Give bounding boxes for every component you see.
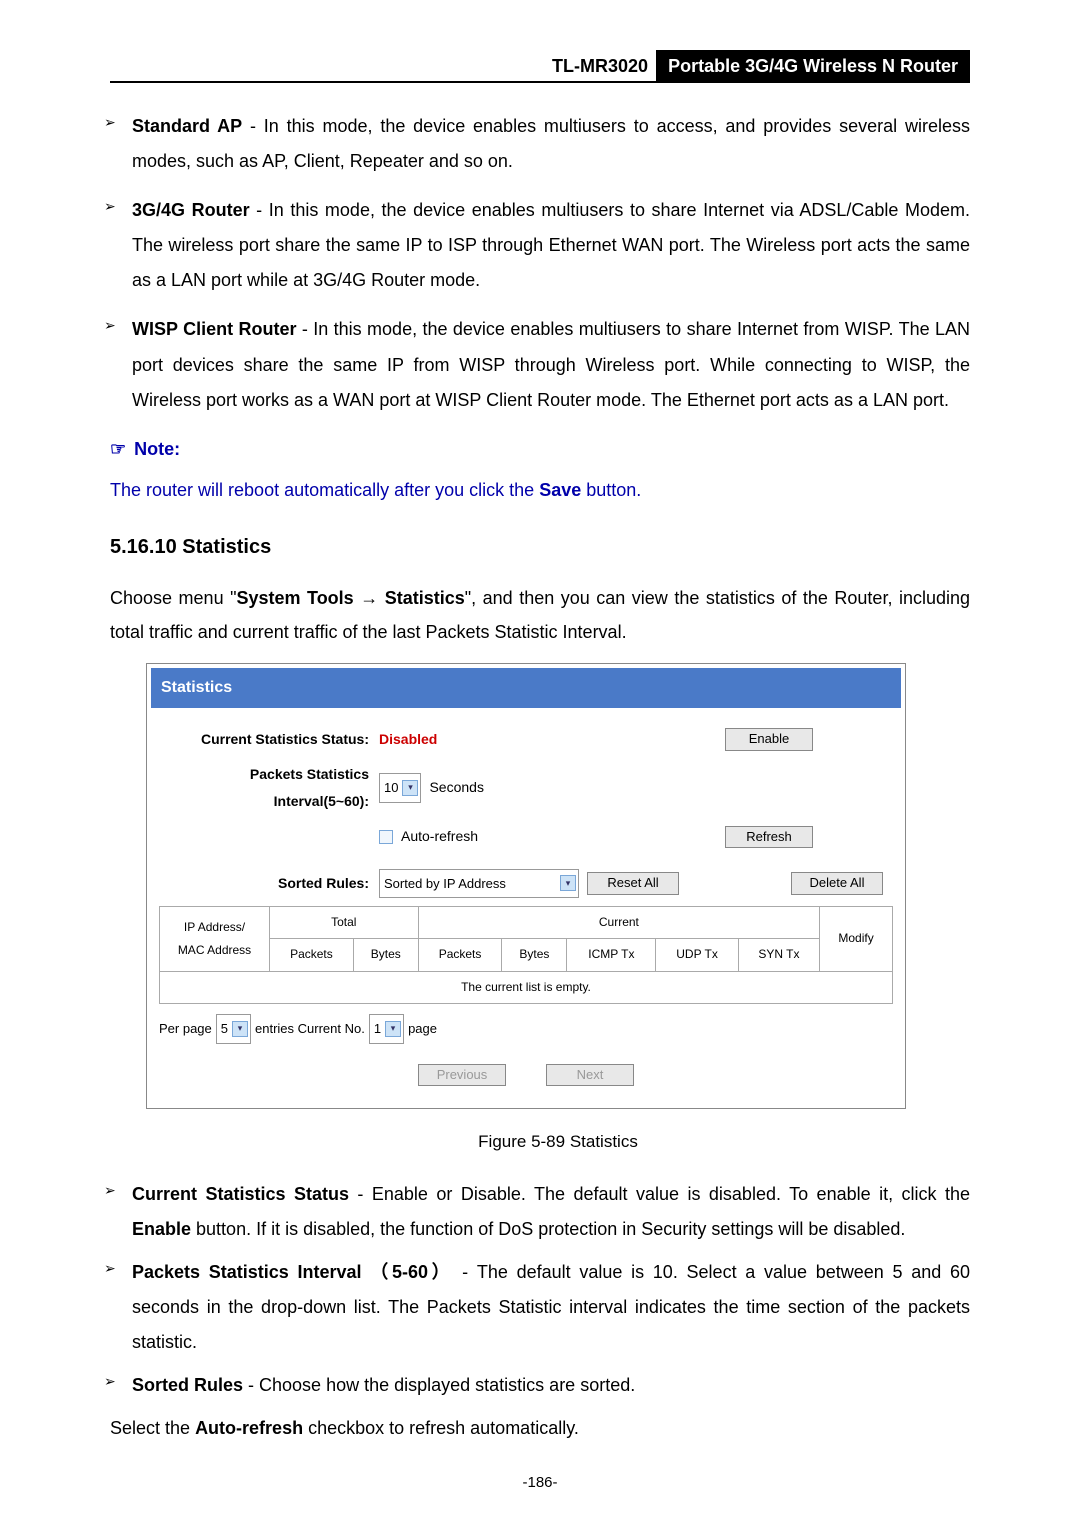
description-list: Current Statistics Status - Enable or Di…: [110, 1177, 970, 1404]
col-group-current: Current: [418, 907, 820, 939]
chevron-down-icon: ▾: [232, 1021, 248, 1037]
enable-button[interactable]: Enable: [725, 728, 813, 751]
note-header: ☞ Note:: [110, 432, 970, 467]
previous-button[interactable]: Previous: [418, 1064, 506, 1087]
chevron-down-icon: ▾: [560, 875, 576, 891]
reset-all-button[interactable]: Reset All: [587, 872, 679, 895]
statistics-panel: Statistics Current Statistics Status: Di…: [146, 663, 906, 1109]
delete-all-button[interactable]: Delete All: [791, 872, 883, 895]
col-group-total: Total: [270, 907, 419, 939]
col-bytes: Bytes: [353, 939, 418, 971]
col-packets2: Packets: [418, 939, 502, 971]
interval-unit: Seconds: [429, 774, 483, 801]
section-intro: Choose menu "System Tools → Statistics",…: [110, 581, 970, 649]
status-label: Current Statistics Status:: [159, 726, 379, 753]
sorted-rules-label: Sorted Rules:: [159, 870, 379, 897]
figure-block: Statistics Current Statistics Status: Di…: [146, 663, 970, 1158]
list-item: Standard AP - In this mode, the device e…: [132, 109, 970, 179]
pointing-hand-icon: ☞: [110, 432, 126, 467]
list-item: Packets Statistics Interval （5-60） - The…: [132, 1255, 970, 1360]
next-button[interactable]: Next: [546, 1064, 634, 1087]
mode-title: WISP Client Router: [132, 319, 296, 339]
col-modify: Modify: [820, 907, 893, 972]
col-icmp: ICMP Tx: [567, 939, 656, 971]
col-bytes2: Bytes: [502, 939, 567, 971]
panel-title: Statistics: [151, 668, 901, 707]
mode-body: - In this mode, the device enables multi…: [132, 116, 970, 171]
refresh-button[interactable]: Refresh: [725, 826, 813, 849]
note-body: The router will reboot automatically aft…: [110, 473, 970, 508]
chevron-down-icon: ▾: [402, 780, 418, 796]
chevron-down-icon: ▾: [385, 1021, 401, 1037]
page-header: TL-MR3020 Portable 3G/4G Wireless N Rout…: [110, 50, 970, 83]
list-item: Current Statistics Status - Enable or Di…: [132, 1177, 970, 1247]
mode-title: 3G/4G Router: [132, 200, 250, 220]
col-packets: Packets: [270, 939, 354, 971]
statistics-table: IP Address/ MAC Address Total Current Mo…: [159, 906, 893, 1004]
auto-refresh-checkbox[interactable]: [379, 830, 393, 844]
col-syn: SYN Tx: [738, 939, 820, 971]
figure-caption: Figure 5-89 Statistics: [146, 1125, 970, 1158]
note-label: Note:: [134, 432, 180, 467]
tail-paragraph: Select the Auto-refresh checkbox to refr…: [110, 1411, 970, 1445]
section-heading: 5.16.10 Statistics: [110, 528, 970, 567]
interval-label: Packets Statistics Interval(5~60):: [159, 761, 379, 816]
sorted-rules-select[interactable]: Sorted by IP Address ▾: [379, 869, 579, 898]
mode-title: Standard AP: [132, 116, 242, 136]
page-number: -186-: [0, 1474, 1080, 1491]
product-label: Portable 3G/4G Wireless N Router: [656, 50, 970, 81]
body-content: Standard AP - In this mode, the device e…: [110, 109, 970, 1445]
status-value: Disabled: [379, 726, 437, 753]
empty-row: The current list is empty.: [160, 971, 893, 1003]
current-no-select[interactable]: 1 ▾: [369, 1014, 404, 1043]
per-page-select[interactable]: 5 ▾: [216, 1014, 251, 1043]
table-pager-config: Per page 5 ▾ entries Current No. 1 ▾ pag…: [159, 1014, 893, 1043]
list-item: WISP Client Router - In this mode, the d…: [132, 312, 970, 417]
mode-body: - In this mode, the device enables multi…: [132, 200, 970, 290]
interval-select[interactable]: 10 ▾: [379, 773, 421, 802]
list-item: 3G/4G Router - In this mode, the device …: [132, 193, 970, 298]
model-label: TL-MR3020: [544, 50, 656, 81]
col-udp: UDP Tx: [656, 939, 738, 971]
col-ip: IP Address/ MAC Address: [160, 907, 270, 972]
mode-list: Standard AP - In this mode, the device e…: [110, 109, 970, 418]
auto-refresh-label: Auto-refresh: [401, 823, 478, 850]
list-item: Sorted Rules - Choose how the displayed …: [132, 1368, 970, 1403]
